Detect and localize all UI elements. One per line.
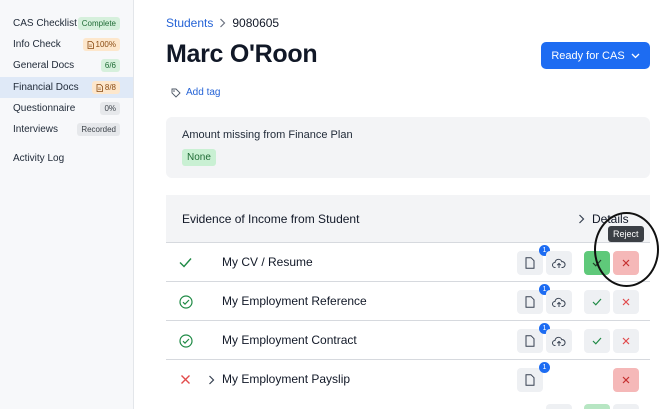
approve-button[interactable] [584,329,610,353]
check-icon [592,337,602,345]
student-last-name: O'Roon [229,40,318,68]
cloud-upload-icon [552,336,566,346]
status-badge: Complete [77,17,120,30]
view-document-button[interactable]: 1 [517,362,550,392]
status-badge: 0% [100,102,120,115]
details-label: Details [592,212,629,226]
finance-plan-value-badge: None [182,149,216,166]
cloud-upload-icon [552,258,566,268]
approve-button[interactable] [584,404,610,409]
document-icon [525,374,535,386]
document-icon [87,40,94,49]
reject-button[interactable] [613,251,639,275]
document-icon [525,296,535,308]
upload-button[interactable] [546,329,572,353]
student-first-name: Marc [166,40,224,68]
add-tag-label: Add tag [186,87,221,98]
document-icon [525,335,535,347]
document-name: My Employment Contract [222,333,357,347]
sidebar-item-label: Interviews [13,124,59,135]
status-badge: 6/6 [100,59,120,72]
breadcrumb: Students 9080605 [166,16,279,30]
close-icon [622,259,630,267]
sidebar-item-label: CAS Checklist [13,18,77,29]
close-icon [178,372,193,387]
approve-button[interactable] [584,251,610,275]
chevron-right-icon [220,18,226,28]
sidebar-item-info-check[interactable]: Info Check 100% [0,34,133,55]
breadcrumb-current: 9080605 [232,16,280,30]
sidebar-item-cas-checklist[interactable]: CAS Checklist Complete [0,13,133,34]
evidence-section-header: Evidence of Income from Student Details [166,195,650,243]
approve-button[interactable] [584,290,610,314]
add-tag-button[interactable]: Add tag [171,87,220,98]
ready-for-cas-button[interactable]: Ready for CAS [541,42,650,69]
document-name: My CV / Resume [222,255,313,269]
page-title: Marc O'Roon [166,40,318,69]
sidebar-item-activity-log[interactable]: Activity Log [0,148,133,169]
document-name: My Employment Payslip [222,372,351,386]
view-document-button[interactable]: 1 [517,245,550,275]
cloud-upload-icon [552,297,566,307]
breadcrumb-students-link[interactable]: Students [166,16,213,30]
view-document-button[interactable]: 1 [517,284,550,314]
check-circle-icon [178,294,193,309]
table-row: My Employment Contract 1 [166,321,650,360]
status-badge: Recorded [77,123,120,136]
document-icon [96,83,103,92]
document-name: My Employment Reference [222,294,367,308]
sidebar-item-label: General Docs [13,60,75,71]
section-title: Evidence of Income from Student [182,212,360,226]
chevron-right-icon [579,214,585,224]
ready-for-cas-label: Ready for CAS [551,49,625,62]
check-icon [592,298,602,306]
sidebar-item-general-docs[interactable]: General Docs 6/6 [0,55,133,76]
chevron-down-icon [631,53,640,58]
table-row: My Employment Payslip 1 [166,360,650,399]
upload-button[interactable] [546,251,572,275]
finance-plan-label: Amount missing from Finance Plan [182,129,353,141]
close-icon [622,376,630,384]
status-badge: 8/8 [91,81,120,94]
check-circle-icon [178,333,193,348]
sidebar-item-label: Financial Docs [13,82,79,93]
reject-button[interactable] [613,290,639,314]
upload-button[interactable] [546,404,572,409]
sidebar: CAS Checklist Complete Info Check 100% G… [0,0,134,409]
details-toggle[interactable]: Details [578,212,629,226]
status-badge: 100% [82,38,120,51]
tag-icon [171,88,181,98]
table-row: My CV / Resume 1 [166,243,650,282]
sidebar-item-label: Info Check [13,39,61,50]
document-count-badge: 1 [539,362,550,373]
sidebar-item-questionnaire[interactable]: Questionnaire 0% [0,98,133,119]
reject-button[interactable] [613,329,639,353]
check-icon [592,259,602,267]
reject-button[interactable] [613,404,639,409]
sidebar-item-financial-docs[interactable]: Financial Docs 8/8 [0,77,133,98]
check-icon [178,255,193,270]
sidebar-item-label: Activity Log [13,153,65,164]
sidebar-item-interviews[interactable]: Interviews Recorded [0,119,133,140]
reject-button[interactable] [613,368,639,392]
view-document-button[interactable]: 1 [517,323,550,353]
chevron-right-icon[interactable] [206,372,216,387]
upload-button[interactable] [546,290,572,314]
sidebar-item-label: Questionnaire [13,103,76,114]
finance-plan-card: Amount missing from Finance Plan None [166,117,650,178]
table-row [166,398,650,409]
document-icon [525,257,535,269]
table-row: My Employment Reference 1 [166,282,650,321]
reject-tooltip: Reject [608,226,644,242]
close-icon [622,337,630,345]
close-icon [622,298,630,306]
